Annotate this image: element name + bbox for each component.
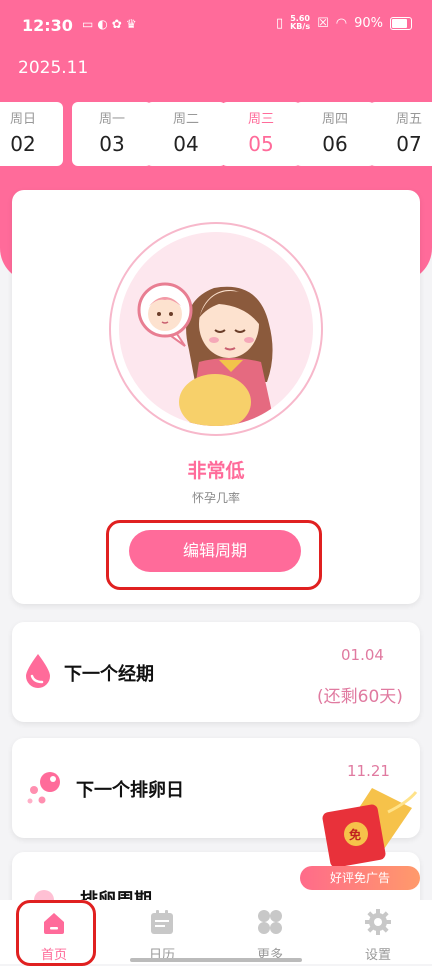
current-month: 2025.11 xyxy=(18,58,89,78)
status-bar: 12:30 ▭◐✿♛ ▯ 5.60 KB/s ☒ ◠ 90% xyxy=(0,0,432,52)
sim-icon: ☒ xyxy=(317,15,329,31)
day-weekday: 周日 xyxy=(9,112,36,127)
day-cell[interactable]: 周一 03 xyxy=(72,102,152,166)
next-period-title: 下一个经期 xyxy=(64,664,154,685)
day-date: 05 xyxy=(248,132,274,156)
chance-level: 非常低 xyxy=(187,460,245,482)
day-cell[interactable]: 周日 02 xyxy=(0,102,63,166)
day-date: 07 xyxy=(396,132,422,156)
status-time: 12:30 xyxy=(22,16,73,35)
day-weekday: 周三 xyxy=(247,112,274,127)
vibrate-icon: ▯ xyxy=(275,15,284,31)
day-cell[interactable]: 周五 07 xyxy=(369,102,432,166)
highlight-annotation xyxy=(106,520,322,590)
network-speed: 5.60 KB/s xyxy=(290,14,311,31)
droplet-icon xyxy=(26,654,50,688)
status-right: ▯ 5.60 KB/s ☒ ◠ 90% xyxy=(276,15,412,31)
ad-gift-widget[interactable]: 免 xyxy=(312,782,420,878)
day-weekday: 周四 xyxy=(321,112,348,127)
tab-calendar[interactable]: 日历 xyxy=(122,900,202,964)
day-cell[interactable]: 周二 04 xyxy=(146,102,226,166)
grid-icon xyxy=(258,910,282,934)
day-date: 04 xyxy=(173,132,199,156)
gesture-bar[interactable] xyxy=(130,958,302,962)
day-cell-selected[interactable]: 周三 05 xyxy=(221,102,301,166)
day-date: 03 xyxy=(99,132,125,156)
red-envelope-icon xyxy=(322,788,418,868)
day-weekday: 周二 xyxy=(172,112,199,127)
tab-label: 设置 xyxy=(364,948,391,963)
day-date: 06 xyxy=(322,132,348,156)
day-date: 02 xyxy=(10,132,36,156)
next-ovulation-title: 下一个排卵日 xyxy=(76,780,184,801)
next-period-card[interactable]: 下一个经期 01.04 (还剩60天) xyxy=(12,622,420,722)
chance-subtitle: 怀孕几率 xyxy=(191,491,240,505)
notification-icons: ▭◐✿♛ xyxy=(82,17,141,31)
calendar-icon xyxy=(151,910,173,934)
battery-percent: 90% xyxy=(354,15,383,31)
next-period-remaining: (还剩60天) xyxy=(317,687,403,707)
day-weekday: 周五 xyxy=(395,112,422,127)
tab-more[interactable]: 更多 xyxy=(230,900,310,964)
tab-settings[interactable]: 设置 xyxy=(338,900,418,964)
ovum-icon xyxy=(27,772,60,804)
highlight-annotation xyxy=(16,900,96,966)
day-cell[interactable]: 周四 06 xyxy=(295,102,375,166)
gear-icon xyxy=(365,909,391,935)
next-ovulation-date: 11.21 xyxy=(347,762,390,780)
illustration-ring xyxy=(109,222,323,436)
wifi-icon: ◠ xyxy=(335,15,348,31)
remove-ads-label[interactable]: 好评免广告 xyxy=(300,866,420,890)
pregnant-woman-icon xyxy=(137,282,275,426)
battery-icon xyxy=(390,16,412,30)
next-period-date: 01.04 xyxy=(341,646,384,664)
pregnant-woman-illustration xyxy=(119,232,313,426)
day-weekday: 周一 xyxy=(98,112,125,127)
ad-badge-char: 免 xyxy=(349,828,362,842)
